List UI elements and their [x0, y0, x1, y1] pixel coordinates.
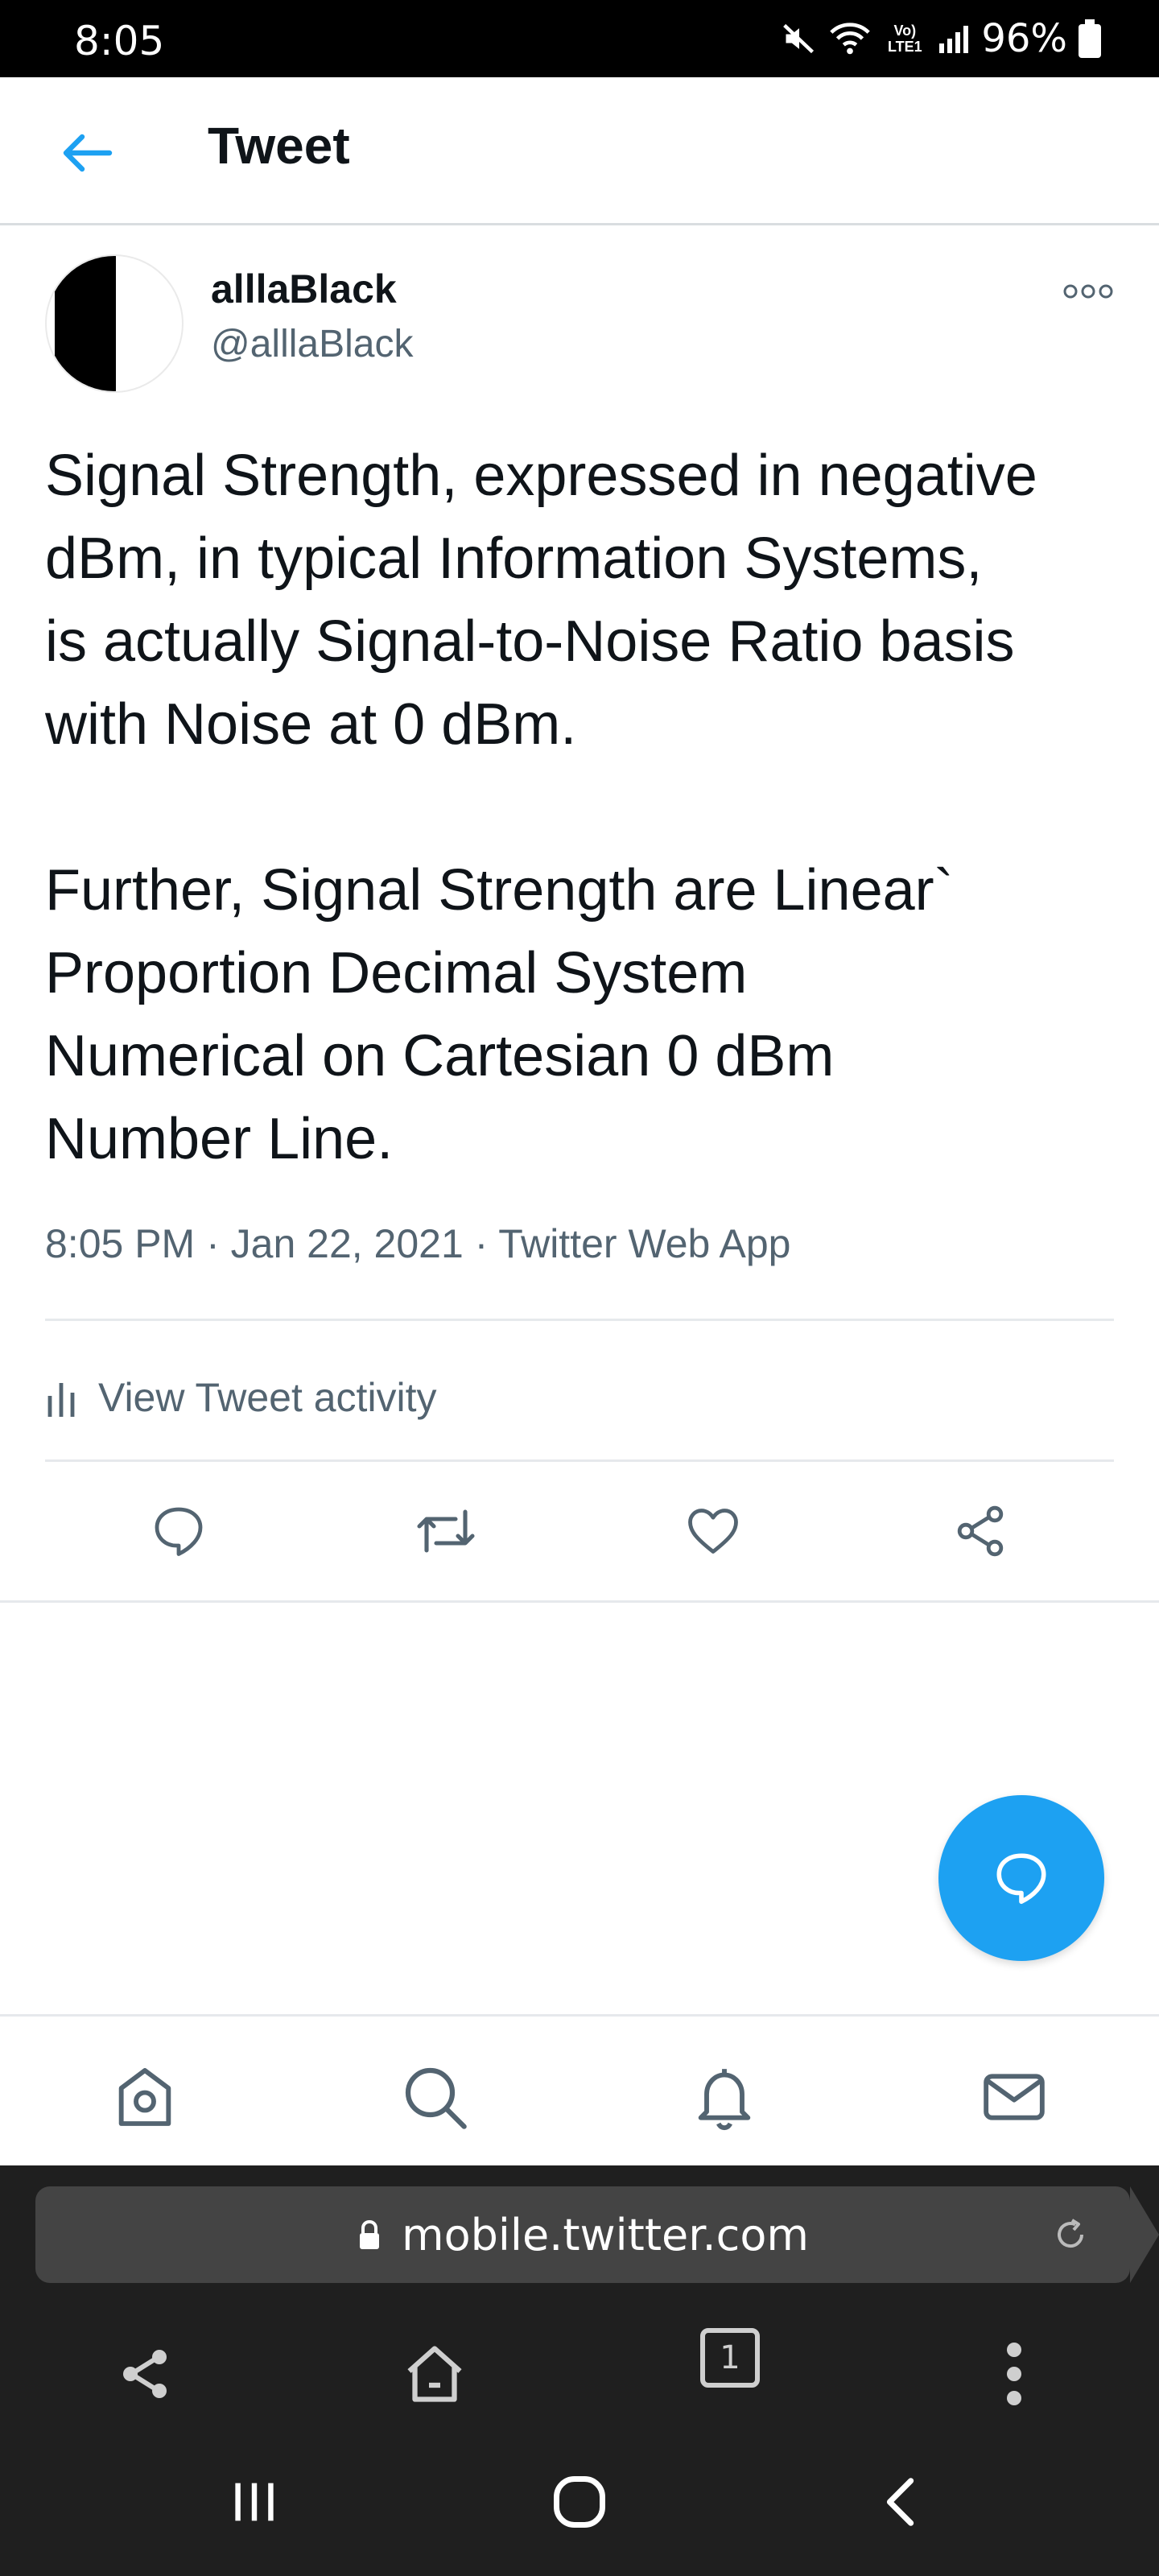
- page-header: Tweet: [0, 77, 1159, 225]
- avatar-image: [55, 256, 116, 391]
- more-icon: [1063, 284, 1113, 299]
- tweet-line: Numerical on Cartesian 0 dBm: [45, 1024, 835, 1088]
- retweet-icon: [417, 1509, 475, 1553]
- chevron-left-icon: [886, 2478, 914, 2526]
- lock-icon: [360, 2219, 380, 2249]
- tweet-line: Number Line.: [45, 1107, 394, 1171]
- share-icon: [957, 1505, 1004, 1557]
- author-display-name[interactable]: alllaBlack: [211, 266, 397, 312]
- battery-percent: 96%: [981, 16, 1067, 61]
- kebab-menu-icon: [1007, 2343, 1021, 2405]
- address-bar-arrow: [1130, 2186, 1159, 2283]
- url-text: mobile.twitter.com: [402, 2209, 809, 2260]
- browser-home-button[interactable]: [390, 2330, 479, 2418]
- tab-search[interactable]: [394, 2057, 475, 2137]
- tab-notifications[interactable]: [684, 2057, 765, 2137]
- system-back-button[interactable]: [861, 2462, 942, 2542]
- wifi-icon: [830, 23, 871, 55]
- tab-count-button[interactable]: 1: [700, 2328, 760, 2388]
- tweet-line: dBm, in typical Information Systems,: [45, 526, 983, 591]
- like-button[interactable]: [674, 1492, 752, 1570]
- divider: [45, 1459, 1114, 1462]
- bottom-tab-bar: [0, 2014, 1159, 2165]
- activity-label: View Tweet activity: [98, 1375, 437, 1420]
- reply-button[interactable]: [140, 1492, 217, 1570]
- tweet-line: with Noise at 0 dBm.: [45, 692, 577, 757]
- avatar[interactable]: [45, 254, 184, 393]
- home-icon: [118, 2068, 171, 2126]
- reply-icon: [155, 1507, 203, 1556]
- back-button[interactable]: [56, 122, 118, 184]
- mute-icon: [783, 23, 815, 54]
- tweet-timestamp: 8:05 PM · Jan 22, 2021 · Twitter Web App: [45, 1221, 791, 1266]
- reload-icon: [1058, 2219, 1084, 2248]
- share-icon: [123, 2350, 167, 2398]
- share-button[interactable]: [942, 1492, 1019, 1570]
- system-home-button[interactable]: [539, 2462, 620, 2542]
- arrow-left-icon: [63, 134, 113, 172]
- status-icons: Vo) LTE1 96%: [782, 14, 1101, 63]
- battery-icon: [1079, 19, 1101, 58]
- address-bar[interactable]: mobile.twitter.com: [35, 2186, 1159, 2283]
- network-label: Vo) LTE1: [887, 23, 922, 55]
- home-icon: [407, 2346, 462, 2402]
- tab-home[interactable]: [105, 2057, 185, 2137]
- search-icon: [405, 2067, 467, 2129]
- url-container: mobile.twitter.com: [35, 2186, 1130, 2283]
- status-bar: 8:05 Vo) LTE1 96%: [0, 0, 1159, 77]
- divider: [45, 1319, 1114, 1321]
- divider: [0, 1600, 1159, 1603]
- browser-menu-button[interactable]: [970, 2330, 1058, 2418]
- tweet-line: Proportion Decimal System: [45, 941, 748, 1005]
- heart-icon: [688, 1509, 738, 1554]
- tweet-actions: [0, 1492, 1159, 1570]
- reply-icon: [996, 1853, 1046, 1905]
- circle-home-icon: [554, 2476, 605, 2528]
- tweet-line: is actually Signal-to-Noise Ratio basis: [45, 609, 1015, 674]
- bell-icon: [698, 2069, 751, 2131]
- mail-icon: [984, 2074, 1045, 2120]
- recent-apps-icon: [235, 2483, 274, 2521]
- author-handle[interactable]: @alllaBlack: [211, 322, 413, 366]
- recent-apps-button[interactable]: [214, 2462, 295, 2542]
- view-tweet-activity-link[interactable]: View Tweet activity: [45, 1365, 437, 1430]
- page-title: Tweet: [208, 117, 350, 175]
- retweet-button[interactable]: [407, 1492, 485, 1570]
- analytics-icon: [47, 1383, 75, 1417]
- tweet-line: Signal Strength, expressed in negative: [45, 444, 1037, 508]
- tweet-line: Further, Signal Strength are Linear`: [45, 858, 954, 923]
- compose-reply-button[interactable]: [938, 1795, 1104, 1961]
- signal-icon: [939, 26, 969, 53]
- tab-messages[interactable]: [974, 2057, 1054, 2137]
- status-time: 8:05: [74, 18, 165, 64]
- more-options-button[interactable]: [1056, 277, 1120, 306]
- reload-button[interactable]: [1046, 2211, 1095, 2259]
- tweet-text: Signal Strength, expressed in negative d…: [45, 435, 1124, 1181]
- browser-share-button[interactable]: [101, 2330, 189, 2418]
